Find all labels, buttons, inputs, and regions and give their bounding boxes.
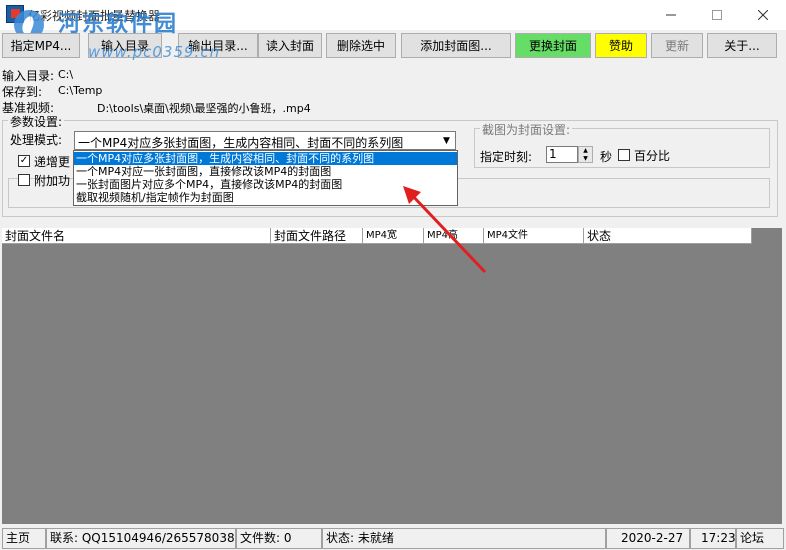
delete-selected-button[interactable]: 删除选中 (326, 33, 396, 58)
col-cover-name[interactable]: 封面文件名 (2, 228, 271, 244)
maximize-icon (712, 10, 722, 20)
input-dir-label: 输入目录: (2, 69, 55, 83)
spin-down-icon[interactable]: ▼ (579, 155, 592, 163)
file-count: 文件数: 0 (236, 528, 322, 549)
update-button[interactable]: 更新 (651, 33, 703, 58)
params-legend: 参数设置: (8, 113, 65, 130)
mode-option-1[interactable]: 一个MP4对应多张封面图，生成内容相同、封面不同的系列图 (74, 152, 457, 165)
maximize-button[interactable] (694, 0, 740, 30)
status-bar: 主页 联系: QQ15104946/2655780380。 文件数: 0 状态:… (0, 526, 786, 550)
time-spinner[interactable]: ▲ ▼ (578, 146, 593, 163)
minimize-icon (666, 14, 676, 16)
col-cover-path[interactable]: 封面文件路径 (271, 228, 363, 244)
save-to-value: C:\Temp (58, 84, 103, 97)
percent-checkbox[interactable] (618, 149, 630, 161)
percent-label: 百分比 (634, 149, 671, 163)
seconds-unit: 秒 (600, 150, 613, 164)
home-link[interactable]: 主页 (2, 528, 46, 549)
mode-label: 处理模式: (10, 133, 63, 147)
extra-label: 附加功 (34, 174, 71, 188)
col-status[interactable]: 状态 (584, 228, 752, 244)
mode-select-value: 一个MP4对应多张封面图，生成内容相同、封面不同的系列图 (78, 136, 404, 150)
increment-label: 递增更 (34, 155, 71, 169)
about-button[interactable]: 关于... (707, 33, 777, 58)
grid-header: 封面文件名 封面文件路径 MP4宽 MP4高 MP4文件 状态 (2, 228, 752, 244)
file-grid[interactable]: 封面文件名 封面文件路径 MP4宽 MP4高 MP4文件 状态 (2, 228, 782, 524)
capture-legend: 截图为封面设置: (480, 121, 573, 138)
save-to-label: 保存到: (2, 85, 43, 99)
add-cover-button[interactable]: 添加封面图... (401, 33, 511, 58)
date-text: 2020-2-27 (606, 528, 690, 549)
mode-option-2[interactable]: 一个MP4对应一张封面图，直接修改该MP4的封面图 (74, 165, 457, 178)
increment-checkbox[interactable]: ✓ (18, 155, 30, 167)
close-icon (758, 10, 768, 20)
state-text: 状态: 未就绪 (322, 528, 606, 549)
time-text: 17:23 (690, 528, 736, 549)
title-bar: 亿彩视频封面批量替换器 河东软件园 (0, 0, 786, 40)
col-mp4-file[interactable]: MP4文件 (484, 228, 584, 244)
time-input[interactable]: 1 (546, 146, 578, 163)
forum-link[interactable]: 论坛 (736, 528, 784, 549)
mode-select[interactable]: 一个MP4对应多张封面图，生成内容相同、封面不同的系列图 ▼ (74, 131, 456, 150)
spin-up-icon[interactable]: ▲ (579, 147, 592, 155)
time-label: 指定时刻: (480, 150, 533, 164)
minimize-button[interactable] (648, 0, 694, 30)
extra-checkbox[interactable] (18, 174, 30, 186)
input-dir-value: C:\ (58, 68, 74, 81)
sponsor-button[interactable]: 赞助 (595, 33, 647, 58)
specify-mp4-button[interactable]: 指定MP4... (2, 33, 80, 58)
replace-cover-button[interactable]: 更换封面 (515, 33, 591, 58)
base-video-value: D:\tools\桌面\视频\最坚强的小鲁班，.mp4 (97, 102, 311, 115)
close-button[interactable] (740, 0, 786, 30)
chevron-down-icon[interactable]: ▼ (438, 132, 455, 149)
load-cover-button[interactable]: 读入封面 (258, 33, 322, 58)
watermark-url: www.pc0359.cn (88, 43, 221, 61)
red-arrow-icon (403, 186, 487, 274)
contact-text: 联系: QQ15104946/2655780380。 (46, 528, 236, 549)
